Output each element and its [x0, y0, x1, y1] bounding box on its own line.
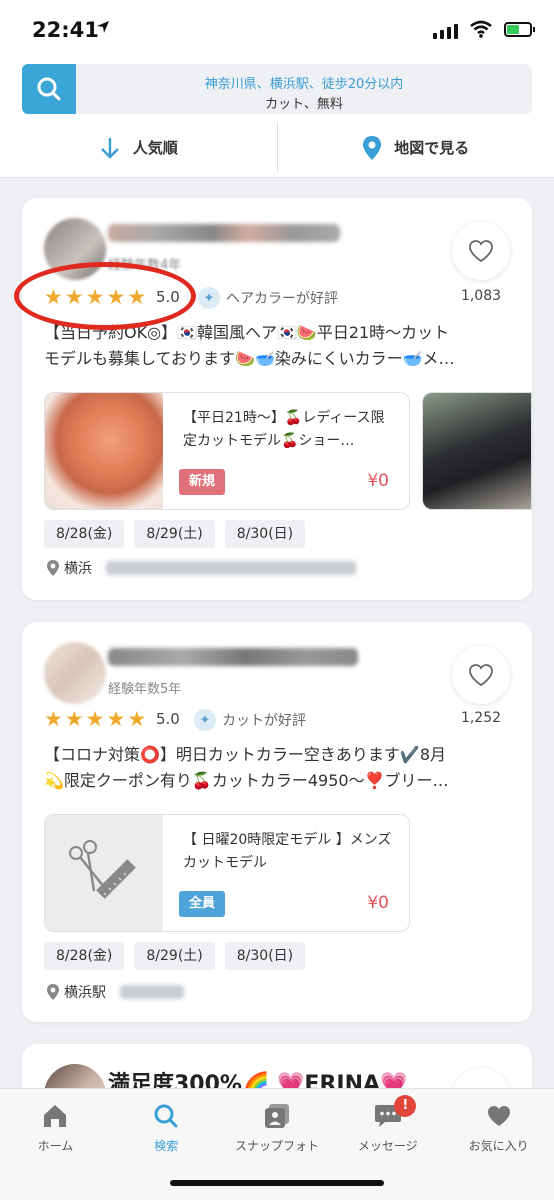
arrow-down-icon — [100, 137, 119, 159]
heart-outline-icon — [469, 664, 493, 687]
heart-outline-icon — [469, 240, 493, 263]
sparkle-icon: ✦ — [198, 287, 220, 309]
description-line: 💫限定クーポン有り🍒カットカラー4950〜❣️ブリー… — [44, 771, 449, 790]
search-icon — [37, 77, 61, 101]
stylist-experience: 経験年数5年 — [108, 682, 182, 697]
available-dates: 8/28(金) 8/29(土) 8/30(日) — [44, 942, 306, 970]
review-tag: カットが好評 — [222, 713, 306, 729]
sparkle-icon: ✦ — [194, 709, 216, 731]
description-line: 【コロナ対策⭕】明日カットカラー空きあります✔️8月 — [44, 745, 447, 764]
coupon-title: 【平日21時〜】🍒レディース限定カットモデル🍒ショー… — [183, 410, 385, 449]
stylist-card[interactable]: 経験年数4年 1,083 ★ ★ ★ ★ ★ 5.0 ✦ ヘアカラーが好評 【当日予約O… — [22, 198, 532, 600]
tab-favorites[interactable]: お気に入り — [443, 1089, 554, 1200]
coupon-price: ¥0 — [367, 893, 389, 913]
available-dates: 8/28(金) 8/29(土) 8/30(日) — [44, 520, 306, 548]
wifi-icon — [470, 20, 492, 38]
rating-highlight-annotation — [14, 262, 196, 330]
date-chip[interactable]: 8/30(日) — [224, 520, 306, 548]
map-view-button[interactable]: 地図で見る — [278, 118, 554, 177]
home-indicator — [170, 1180, 384, 1186]
coupon-placeholder — [45, 815, 163, 931]
avatar — [44, 642, 106, 704]
location-text: 横浜駅 — [64, 985, 106, 1001]
review-tag: ヘアカラーが好評 — [226, 291, 338, 307]
status-bar: 22:41 — [0, 0, 554, 60]
map-pin-icon — [363, 135, 382, 160]
tab-label: お気に入り — [468, 1139, 529, 1153]
tab-label: ホーム — [37, 1139, 74, 1153]
search-button[interactable] — [22, 64, 76, 114]
location-arrow-icon — [97, 21, 109, 33]
date-chip[interactable]: 8/30(日) — [224, 942, 306, 970]
star-icon: ★ — [64, 707, 84, 731]
star-icon: ★ — [44, 707, 63, 731]
tab-label: メッセージ — [357, 1139, 418, 1153]
date-chip[interactable]: 8/29(土) — [134, 520, 215, 548]
favorite-button[interactable] — [452, 222, 510, 280]
rating-score: 5.0 — [156, 710, 180, 728]
tab-label: 検索 — [154, 1139, 179, 1153]
status-time: 22:41 — [32, 18, 99, 42]
map-view-label: 地図で見る — [394, 139, 470, 157]
date-chip[interactable]: 8/28(金) — [44, 942, 125, 970]
notification-badge: ! — [394, 1095, 417, 1117]
sort-bar: 人気順 地図で見る — [0, 118, 554, 178]
search-bar: 神奈川県、横浜駅、徒歩20分以内 カット、無料 — [0, 60, 554, 118]
battery-icon — [504, 22, 535, 37]
coupon-card[interactable]: 【 日曜20時限定モデル 】メンズカットモデル 全員 ¥0 — [44, 814, 410, 932]
tab-label: スナップフォト — [234, 1139, 319, 1153]
coupon-photo — [45, 393, 163, 509]
sort-popular-button[interactable]: 人気順 — [0, 118, 277, 177]
stylist-name-blurred — [108, 648, 358, 666]
home-icon — [44, 1105, 67, 1127]
star-icon: ★ — [127, 707, 147, 731]
coupon-title: 【 日曜20時限定モデル 】メンズカットモデル — [183, 832, 392, 871]
salon-name-blurred — [120, 985, 184, 999]
coupon-card[interactable]: 【平日21時〜】🍒レディース限定カットモデル🍒ショー… 新規 ¥0 — [44, 392, 410, 510]
date-chip[interactable]: 8/28(金) — [44, 520, 125, 548]
stylist-description: 【コロナ対策⭕】明日カットカラー空きあります✔️8月 💫限定クーポン有り🍒カット… — [44, 742, 514, 794]
description-line: モデルも募集しております🍉🥣染みにくいカラー🥣メ… — [44, 349, 455, 368]
search-box[interactable]: 神奈川県、横浜駅、徒歩20分以内 カット、無料 — [22, 64, 532, 114]
search-area-text: 神奈川県、横浜駅、徒歩20分以内 — [204, 77, 404, 92]
sort-popular-label: 人気順 — [132, 139, 178, 157]
location-pin-icon — [47, 560, 59, 576]
stylist-name-blurred — [108, 224, 340, 242]
signal-icon — [433, 24, 458, 39]
salon-name-blurred — [106, 561, 356, 575]
search-icon — [154, 1104, 178, 1128]
like-count: 1,083 — [460, 288, 502, 304]
coupon-badge: 全員 — [179, 891, 226, 917]
scissors-comb-icon — [69, 840, 136, 899]
salon-location: 横浜 — [46, 558, 356, 578]
location-text: 横浜 — [64, 561, 92, 577]
coupon-card-next[interactable] — [422, 392, 532, 510]
location-pin-icon — [47, 984, 59, 1000]
star-rating: ★ ★ ★ ★ ★ — [44, 709, 146, 730]
coupon-price: ¥0 — [367, 471, 389, 491]
star-icon: ★ — [106, 707, 126, 731]
like-count: 1,252 — [460, 710, 502, 726]
salon-location: 横浜駅 — [46, 982, 184, 1002]
date-chip[interactable]: 8/29(土) — [134, 942, 215, 970]
photo-icon — [264, 1104, 289, 1128]
favorite-button[interactable] — [452, 646, 510, 704]
heart-icon — [487, 1106, 510, 1126]
tab-home[interactable]: ホーム — [0, 1089, 111, 1200]
coupon-badge: 新規 — [179, 469, 226, 495]
stylist-card[interactable]: 経験年数5年 1,252 ★ ★ ★ ★ ★ 5.0 ✦ カットが好評 【コロナ対策⭕】… — [22, 622, 532, 1022]
star-icon: ★ — [85, 707, 105, 731]
search-menu-text: カット、無料 — [265, 97, 343, 112]
